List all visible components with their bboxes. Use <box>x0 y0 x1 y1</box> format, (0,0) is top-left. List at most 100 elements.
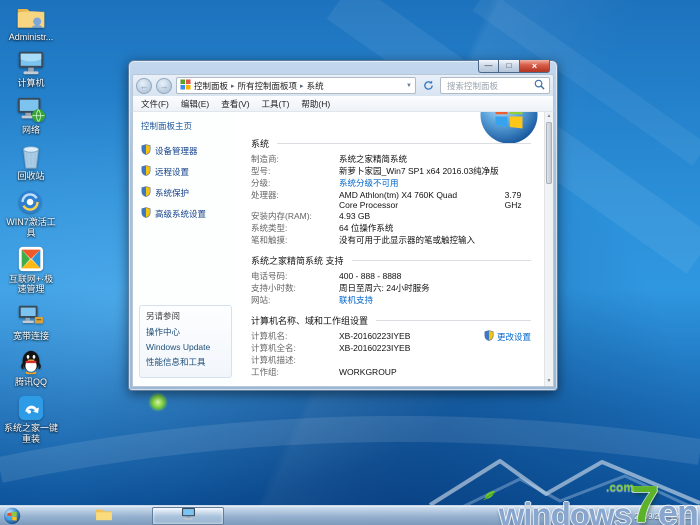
see-also-link-0[interactable]: 操作中心 <box>146 326 225 338</box>
row-value: 周日至周六: 24小时服务 <box>339 282 430 294</box>
scroll-down-icon[interactable]: ▼ <box>545 377 553 386</box>
row-label: 分级: <box>251 177 339 189</box>
sidebar-task-2[interactable]: 系统保护 <box>141 186 231 199</box>
show-desktop-button[interactable] <box>696 506 700 525</box>
desktop-icon-onekey-reinstall[interactable]: 系统之家一键 重装 <box>2 394 60 444</box>
search-box[interactable] <box>440 77 550 94</box>
info-row: 计算机描述: <box>251 354 531 366</box>
desktop-icon-label: 计算机 <box>17 78 44 88</box>
qq-icon <box>16 348 46 376</box>
desktop-icon-label: 网络 <box>22 125 40 135</box>
sidebar-task-3[interactable]: 高级系统设置 <box>141 207 231 220</box>
desktop-icon-label: 回收站 <box>17 171 44 181</box>
info-row: 系统类型:64 位操作系统 <box>251 222 531 234</box>
scrollbar[interactable]: ▲ ▼ <box>544 112 553 386</box>
network-icon <box>16 96 46 124</box>
desktop-icon-label: 腾讯QQ <box>15 377 47 387</box>
taskbar: 2009/2/3 星期二 <box>0 505 700 525</box>
desktop-icon-recycle-bin[interactable]: 回收站 <box>2 142 60 181</box>
row-label: 网站: <box>251 294 339 306</box>
broadband-icon <box>16 302 46 330</box>
breadcrumb-separator-icon: ▸ <box>231 82 235 90</box>
sidebar-task-0[interactable]: 设备管理器 <box>141 144 231 157</box>
minimize-button[interactable]: — <box>478 60 499 73</box>
taskbar-explorer-button[interactable] <box>90 507 118 525</box>
value-link[interactable]: 系统分级不可用 <box>339 177 399 189</box>
menu-item-2[interactable]: 查看(V) <box>221 98 249 110</box>
system-window: — □ × ← → 控制面板▸所有控制面板项▸系统 ▼ <box>128 60 558 391</box>
search-input[interactable] <box>445 80 532 92</box>
desktop-icon-administrator[interactable]: Administr... <box>2 3 60 42</box>
section-title: 系统 <box>251 137 269 150</box>
row-label: 电话号码: <box>251 270 339 282</box>
desktop-icon-label: WIN7激活工 具 <box>6 217 56 238</box>
row-value: 4.93 GB <box>339 211 370 221</box>
forward-button[interactable]: → <box>156 78 172 94</box>
row-value: XB-20160223IYEB <box>339 331 410 341</box>
row-value: 没有可用于此显示器的笔或触控输入 <box>339 234 475 246</box>
row-label: 计算机描述: <box>251 354 339 366</box>
main-content: 系统制造商:系统之家精简系统型号:新萝卜家园_Win7 SP1 x64 2016… <box>237 112 553 386</box>
breadcrumb-item-1[interactable]: 所有控制面板项 <box>238 80 298 92</box>
section-3: Windows 激活Windows 已激活产品 ID: 00426-OEM-89… <box>251 385 531 386</box>
menu-item-1[interactable]: 编辑(E) <box>181 98 209 110</box>
scrollbar-thumb[interactable] <box>546 122 552 184</box>
row-label: 安装内存(RAM): <box>251 210 339 222</box>
menu-item-4[interactable]: 帮助(H) <box>301 98 330 110</box>
close-button[interactable]: × <box>520 60 550 73</box>
taskbar-system-window-button[interactable] <box>152 507 224 525</box>
address-bar[interactable]: 控制面板▸所有控制面板项▸系统 ▼ <box>176 77 416 94</box>
search-icon[interactable] <box>534 77 545 95</box>
row-value: AMD Athlon(tm) X4 760K Quad Core Process… <box>339 190 471 210</box>
menu-item-3[interactable]: 工具(T) <box>262 98 290 110</box>
info-row: 支持小时数:周日至周六: 24小时服务 <box>251 282 531 294</box>
internet-manager-icon <box>16 245 46 273</box>
row-value: 新萝卜家园_Win7 SP1 x64 2016.03纯净版 <box>339 165 499 177</box>
see-also-link-2[interactable]: 性能信息和工具 <box>146 356 225 368</box>
sidebar: 控制面板主页 设备管理器远程设置系统保护高级系统设置 另请参阅 操作中心Wind… <box>133 112 237 386</box>
window-body: 控制面板主页 设备管理器远程设置系统保护高级系统设置 另请参阅 操作中心Wind… <box>132 111 554 387</box>
value-link[interactable]: 联机支持 <box>339 294 373 306</box>
desktop-icon-internet-manager[interactable]: 互联网+·极 速管理 <box>2 245 60 295</box>
sidebar-task-label: 远程设置 <box>155 166 189 178</box>
info-row: 计算机全名:XB-20160223IYEB <box>251 342 531 354</box>
section-header: Windows 激活 <box>251 385 531 386</box>
row-label: 工作组: <box>251 366 339 378</box>
breadcrumb-separator-icon: ▸ <box>300 82 304 90</box>
row-value: 系统之家精简系统 <box>339 153 407 165</box>
sidebar-home-link[interactable]: 控制面板主页 <box>141 120 231 132</box>
desktop-icon-label: 互联网+·极 速管理 <box>9 274 53 295</box>
onekey-reinstall-icon <box>16 394 46 422</box>
refresh-button[interactable] <box>420 78 436 94</box>
row-label: 计算机全名: <box>251 342 339 354</box>
desktop-icon-qq[interactable]: 腾讯QQ <box>2 348 60 387</box>
section-title: 计算机名称、域和工作组设置 <box>251 314 368 327</box>
shield-icon <box>141 144 151 157</box>
desktop-icon-win7-activator[interactable]: WIN7激活工 具 <box>2 188 60 238</box>
maximize-button[interactable]: □ <box>499 60 520 73</box>
desktop-icon-label: 宽带连接 <box>13 331 49 341</box>
breadcrumb-item-0[interactable]: 控制面板 <box>194 80 228 92</box>
sidebar-task-1[interactable]: 远程设置 <box>141 165 231 178</box>
back-button[interactable]: ← <box>136 78 152 94</box>
address-dropdown-icon[interactable]: ▼ <box>406 83 412 89</box>
info-row: 处理器:AMD Athlon(tm) X4 760K Quad Core Pro… <box>251 189 531 210</box>
see-also-link-1[interactable]: Windows Update <box>146 342 225 352</box>
info-row: 电话号码:400 - 888 - 8888 <box>251 270 531 282</box>
shield-icon <box>141 207 151 220</box>
window-titlebar[interactable]: — □ × <box>132 61 554 74</box>
info-row: 计算机名:XB-20160223IYEB更改设置 <box>251 330 531 342</box>
breadcrumb-item-2[interactable]: 系统 <box>307 80 324 92</box>
desktop-icon-broadband[interactable]: 宽带连接 <box>2 302 60 341</box>
row-label: 制造商: <box>251 153 339 165</box>
desktop-icon-computer[interactable]: 计算机 <box>2 49 60 88</box>
start-button[interactable] <box>3 507 21 525</box>
scroll-up-icon[interactable]: ▲ <box>545 112 553 121</box>
control-panel-icon <box>180 77 191 94</box>
section-title: 系统之家精简系统 支持 <box>251 254 344 267</box>
desktop-icon-network[interactable]: 网络 <box>2 96 60 135</box>
explorer-folder-icon <box>95 507 113 525</box>
sidebar-task-label: 设备管理器 <box>155 145 198 157</box>
menu-item-0[interactable]: 文件(F) <box>141 98 169 110</box>
taskbar-clock[interactable]: 2009/2/3 星期二 <box>635 511 692 522</box>
